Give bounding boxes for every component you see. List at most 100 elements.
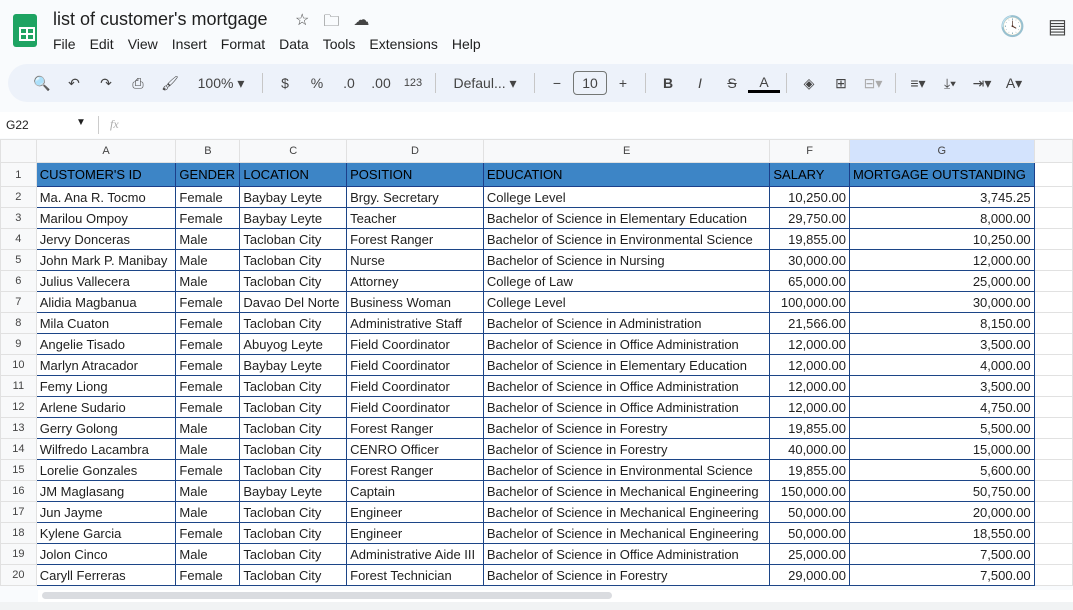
empty-cell[interactable] bbox=[1033, 417, 1073, 439]
table-cell[interactable]: College of Law bbox=[482, 270, 771, 292]
row-header[interactable]: 17 bbox=[0, 501, 37, 523]
table-cell[interactable]: Kylene Garcia bbox=[35, 522, 177, 544]
bold-button[interactable]: B bbox=[652, 69, 684, 97]
empty-cell[interactable] bbox=[1033, 375, 1073, 397]
table-cell[interactable]: 7,500.00 bbox=[848, 564, 1035, 586]
table-cell[interactable]: Female bbox=[175, 375, 241, 397]
table-cell[interactable]: 3,500.00 bbox=[848, 333, 1035, 355]
table-cell[interactable]: Alidia Magbanua bbox=[35, 291, 177, 313]
header-cell[interactable]: EDUCATION bbox=[482, 162, 771, 187]
table-cell[interactable]: Tacloban City bbox=[239, 228, 348, 250]
table-cell[interactable]: 50,750.00 bbox=[848, 480, 1035, 502]
menu-view[interactable]: View bbox=[128, 36, 158, 52]
table-cell[interactable]: College Level bbox=[482, 186, 771, 208]
table-cell[interactable]: Bachelor of Science in Mechanical Engine… bbox=[482, 480, 771, 502]
row-header[interactable]: 16 bbox=[0, 480, 37, 502]
table-cell[interactable]: Captain bbox=[346, 480, 484, 502]
column-header-d[interactable]: D bbox=[346, 139, 484, 163]
table-cell[interactable]: Tacloban City bbox=[239, 249, 348, 271]
row-header[interactable]: 9 bbox=[0, 333, 37, 355]
decrease-font-size-button[interactable]: − bbox=[541, 69, 573, 97]
table-cell[interactable]: Administrative Staff bbox=[346, 312, 484, 334]
column-header-e[interactable]: E bbox=[482, 139, 771, 163]
table-cell[interactable]: 18,550.00 bbox=[848, 522, 1035, 544]
currency-button[interactable]: $ bbox=[269, 69, 301, 97]
column-header-a[interactable]: A bbox=[35, 139, 177, 163]
table-cell[interactable]: Baybay Leyte bbox=[239, 186, 348, 208]
table-cell[interactable]: 50,000.00 bbox=[769, 501, 850, 523]
menu-insert[interactable]: Insert bbox=[172, 36, 207, 52]
table-cell[interactable]: Baybay Leyte bbox=[239, 480, 348, 502]
table-cell[interactable]: Bachelor of Science in Environmental Sci… bbox=[482, 459, 771, 481]
table-cell[interactable]: Forest Ranger bbox=[346, 417, 484, 439]
sheets-logo[interactable] bbox=[13, 14, 37, 47]
row-header[interactable]: 15 bbox=[0, 459, 37, 481]
table-cell[interactable]: 25,000.00 bbox=[848, 270, 1035, 292]
table-cell[interactable]: 5,600.00 bbox=[848, 459, 1035, 481]
column-header-f[interactable]: F bbox=[769, 139, 850, 163]
table-cell[interactable]: Marlyn Atracador bbox=[35, 354, 177, 376]
table-cell[interactable]: Arlene Sudario bbox=[35, 396, 177, 418]
text-rotation-icon[interactable]: A▾ bbox=[998, 69, 1030, 97]
table-cell[interactable]: 4,750.00 bbox=[848, 396, 1035, 418]
row-header[interactable]: 18 bbox=[0, 522, 37, 544]
vertical-align-icon[interactable]: ⤓▾ bbox=[934, 69, 966, 97]
table-cell[interactable]: 10,250.00 bbox=[769, 186, 850, 208]
version-history-icon[interactable]: 🕓 bbox=[1000, 14, 1025, 39]
table-cell[interactable]: Tacloban City bbox=[239, 375, 348, 397]
empty-cell[interactable] bbox=[1033, 312, 1073, 334]
name-box-dropdown-icon[interactable]: ▼ bbox=[76, 117, 86, 128]
table-cell[interactable]: Male bbox=[175, 543, 241, 565]
decrease-decimal-button[interactable]: .0 bbox=[333, 69, 365, 97]
table-cell[interactable]: Female bbox=[175, 207, 241, 229]
table-cell[interactable]: Female bbox=[175, 459, 241, 481]
table-cell[interactable]: 3,745.25 bbox=[848, 186, 1035, 208]
table-cell[interactable]: 21,566.00 bbox=[769, 312, 850, 334]
text-wrap-icon[interactable]: ⇥▾ bbox=[966, 69, 998, 97]
table-cell[interactable]: Business Woman bbox=[346, 291, 484, 313]
column-header-g[interactable]: G bbox=[848, 139, 1035, 163]
menu-tools[interactable]: Tools bbox=[323, 36, 356, 52]
table-cell[interactable]: Davao Del Norte bbox=[239, 291, 348, 313]
row-header[interactable]: 2 bbox=[0, 186, 37, 208]
table-cell[interactable]: Tacloban City bbox=[239, 501, 348, 523]
redo-icon[interactable]: ↷ bbox=[90, 69, 122, 97]
table-cell[interactable]: 12,000.00 bbox=[769, 375, 850, 397]
empty-cell[interactable] bbox=[1033, 333, 1073, 355]
table-cell[interactable]: Female bbox=[175, 564, 241, 586]
row-header[interactable]: 8 bbox=[0, 312, 37, 334]
row-header[interactable]: 20 bbox=[0, 564, 37, 586]
table-cell[interactable]: Brgy. Secretary bbox=[346, 186, 484, 208]
table-cell[interactable]: 12,000.00 bbox=[769, 396, 850, 418]
empty-cell[interactable] bbox=[1033, 291, 1073, 313]
more-formats-button[interactable]: 123 bbox=[397, 69, 429, 97]
increase-font-size-button[interactable]: + bbox=[607, 69, 639, 97]
row-header[interactable]: 12 bbox=[0, 396, 37, 418]
table-cell[interactable]: Marilou Ompoy bbox=[35, 207, 177, 229]
empty-cell[interactable] bbox=[1033, 396, 1073, 418]
table-cell[interactable]: Ma. Ana R. Tocmo bbox=[35, 186, 177, 208]
table-cell[interactable]: Bachelor of Science in Elementary Educat… bbox=[482, 207, 771, 229]
document-title[interactable]: list of customer's mortgage bbox=[53, 9, 268, 30]
row-header[interactable]: 19 bbox=[0, 543, 37, 565]
header-cell[interactable]: LOCATION bbox=[239, 162, 348, 187]
table-cell[interactable]: JM Maglasang bbox=[35, 480, 177, 502]
table-cell[interactable]: John Mark P. Manibay bbox=[35, 249, 177, 271]
fill-color-icon[interactable]: ◈ bbox=[793, 69, 825, 97]
name-box[interactable]: G22 bbox=[6, 118, 29, 132]
empty-cell[interactable] bbox=[1033, 438, 1073, 460]
table-cell[interactable]: Tacloban City bbox=[239, 312, 348, 334]
table-cell[interactable]: 150,000.00 bbox=[769, 480, 850, 502]
table-cell[interactable]: 3,500.00 bbox=[848, 375, 1035, 397]
table-cell[interactable]: Engineer bbox=[346, 522, 484, 544]
table-cell[interactable]: 19,855.00 bbox=[769, 228, 850, 250]
text-color-button[interactable]: A bbox=[748, 73, 780, 93]
empty-cell[interactable] bbox=[1033, 249, 1073, 271]
font-size-input[interactable]: 10 bbox=[573, 71, 607, 95]
table-cell[interactable]: 30,000.00 bbox=[769, 249, 850, 271]
table-cell[interactable]: Wilfredo Lacambra bbox=[35, 438, 177, 460]
table-cell[interactable]: 4,000.00 bbox=[848, 354, 1035, 376]
table-cell[interactable]: Field Coordinator bbox=[346, 333, 484, 355]
table-cell[interactable]: 10,250.00 bbox=[848, 228, 1035, 250]
table-cell[interactable]: Female bbox=[175, 354, 241, 376]
